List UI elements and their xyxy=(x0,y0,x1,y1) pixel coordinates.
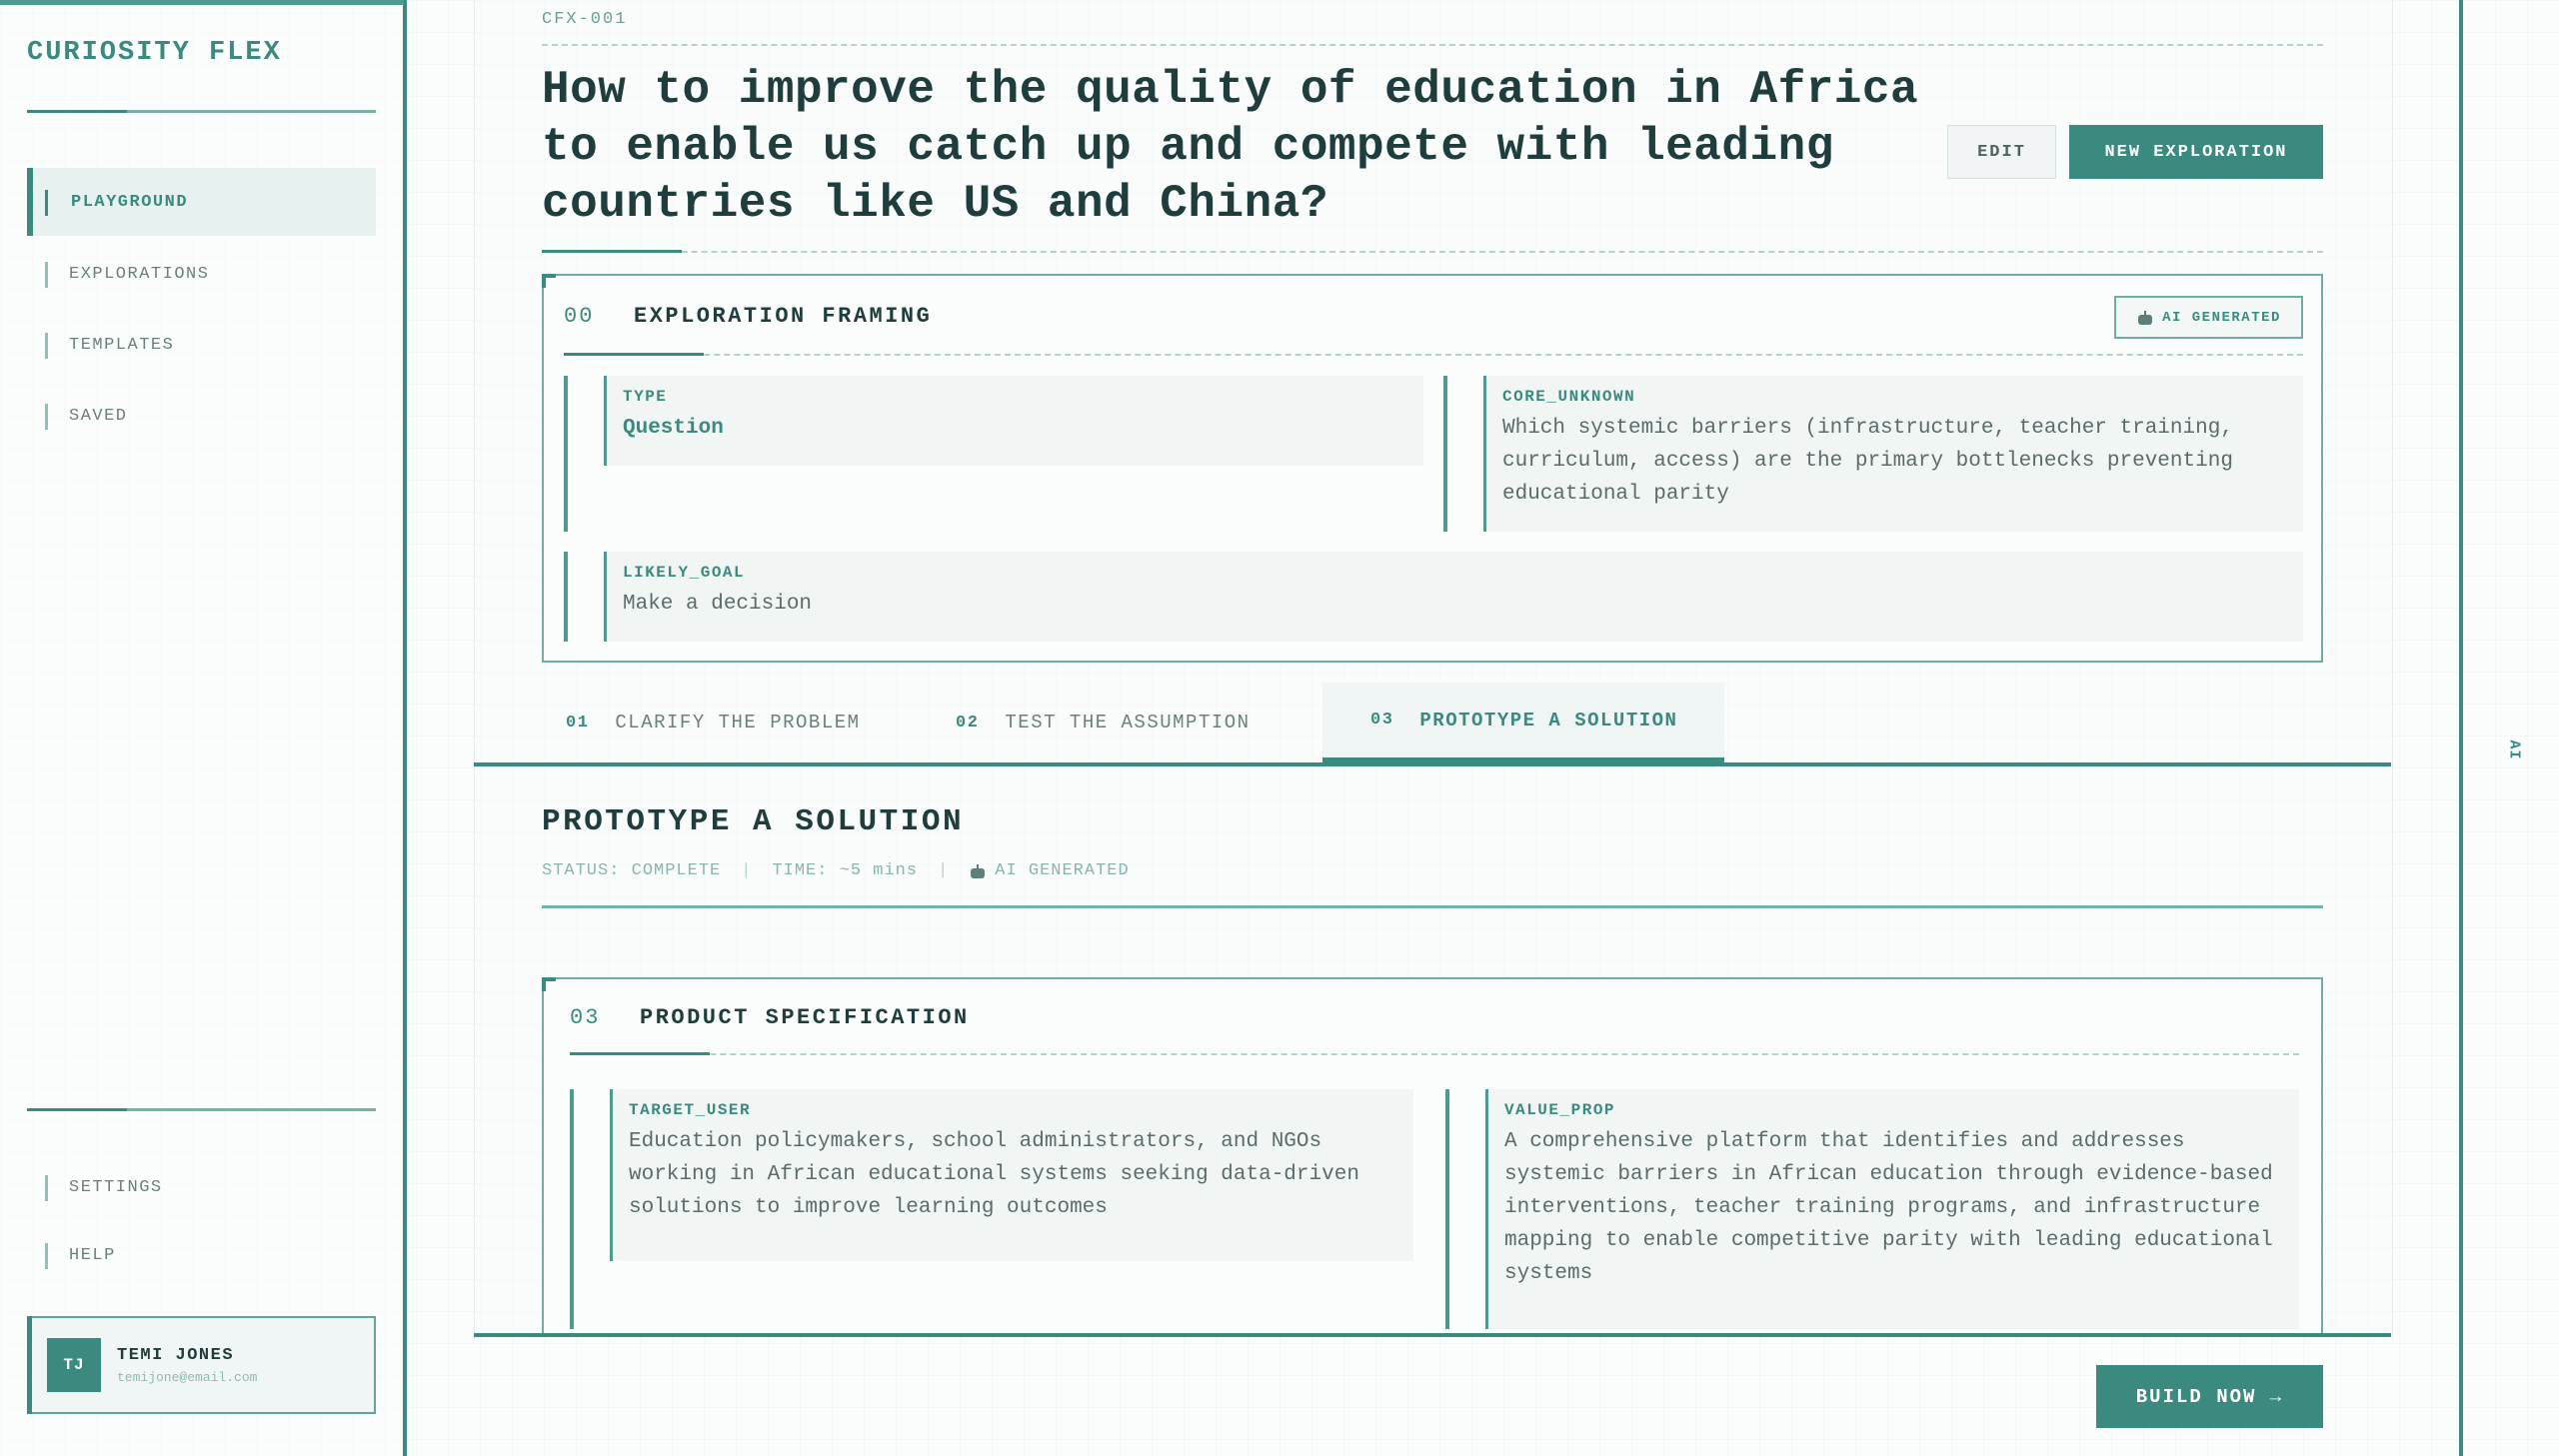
ai-generated-badge: AI GENERATED xyxy=(2114,296,2303,339)
user-name: TEMI JONES xyxy=(117,1346,235,1365)
exploration-id: CFX-001 xyxy=(542,10,628,29)
sidebar-item-explorations[interactable]: EXPLORATIONS xyxy=(27,240,376,308)
nav-marker xyxy=(45,404,48,430)
main-content: CFX-001 How to improve the quality of ed… xyxy=(474,0,2393,1456)
core-unknown-field: CORE_UNKNOWN Which systemic barriers (in… xyxy=(1483,376,2303,532)
action-bar-divider xyxy=(474,1333,2391,1337)
time-estimate: TIME: ~5 mins xyxy=(772,861,919,880)
type-field: TYPE Question xyxy=(604,376,1423,466)
field-value: Make a decision xyxy=(623,593,813,616)
tab-number: 02 xyxy=(956,713,980,732)
panel-divider-accent xyxy=(564,353,704,356)
sidebar-item-label: SAVED xyxy=(69,406,128,426)
sidebar-item-templates[interactable]: TEMPLATES xyxy=(27,311,376,379)
panel-corner xyxy=(542,274,546,288)
ai-panel-rail xyxy=(2459,0,2463,1456)
user-profile-card[interactable]: TJ TEMI JONES temijone@email.com xyxy=(27,1316,376,1414)
ai-tag-label: AI GENERATED xyxy=(995,861,1130,880)
app-logo[interactable]: CURIOSITY FLEX xyxy=(27,38,282,68)
column-marker xyxy=(564,376,568,532)
tab-clarify-the-problem[interactable]: 01 CLARIFY THE PROBLEM xyxy=(542,683,932,762)
avatar: TJ xyxy=(47,1338,101,1392)
title-divider-accent xyxy=(542,250,682,253)
section-meta: STATUS: COMPLETE | TIME: ~5 mins | AI GE… xyxy=(542,861,1130,880)
user-card-accent xyxy=(27,1316,32,1414)
robot-icon xyxy=(2136,310,2154,325)
sidebar-item-help[interactable]: HELP xyxy=(27,1221,376,1289)
nav-marker xyxy=(45,1175,48,1201)
tab-prototype-a-solution[interactable]: 03 PROTOTYPE A SOLUTION xyxy=(1322,683,1724,762)
sidebar-item-label: SETTINGS xyxy=(69,1177,163,1197)
sidebar-item-saved[interactable]: SAVED xyxy=(27,382,376,450)
tab-test-the-assumption[interactable]: 02 TEST THE ASSUMPTION xyxy=(932,683,1321,762)
column-marker xyxy=(1443,376,1447,532)
panel-divider-accent xyxy=(570,1052,710,1055)
likely-goal-field: LIKELY_GOAL Make a decision xyxy=(604,552,2303,642)
sidebar: CURIOSITY FLEX PLAYGROUND EXPLORATIONS T… xyxy=(0,0,407,1456)
column-marker xyxy=(570,1089,574,1329)
tab-label: CLARIFY THE PROBLEM xyxy=(615,712,861,733)
field-label: LIKELY_GOAL xyxy=(623,564,746,582)
new-exploration-button[interactable]: NEW EXPLORATION xyxy=(2069,125,2323,179)
field-value: A comprehensive platform that identifies… xyxy=(1504,1130,2273,1285)
meta-separator: | xyxy=(741,861,753,880)
status-text: STATUS: COMPLETE xyxy=(542,861,722,880)
nav-marker xyxy=(45,333,48,359)
header-divider xyxy=(542,44,2323,46)
field-label: VALUE_PROP xyxy=(1504,1101,1616,1119)
sidebar-item-label: TEMPLATES xyxy=(69,335,175,355)
column-marker xyxy=(1445,1089,1449,1329)
panel-divider xyxy=(570,1053,2299,1055)
sidebar-item-label: PLAYGROUND xyxy=(71,192,189,212)
nav-marker xyxy=(45,262,48,288)
sidebar-top-accent xyxy=(0,0,404,5)
exploration-framing-panel: 00 EXPLORATION FRAMING AI GENERATED TYPE… xyxy=(542,274,2323,663)
user-email: temijone@email.com xyxy=(117,1370,258,1385)
field-label: CORE_UNKNOWN xyxy=(1502,388,1636,406)
section-divider xyxy=(542,905,2323,908)
column-marker xyxy=(564,552,568,642)
field-value: Education policymakers, school administr… xyxy=(629,1130,1359,1219)
product-specification-panel: 03 PRODUCT SPECIFICATION TARGET_USER Edu… xyxy=(542,977,2323,1337)
tab-label: PROTOTYPE A SOLUTION xyxy=(1419,709,1678,731)
page-title: How to improve the quality of education … xyxy=(542,64,1919,230)
ai-generated-tag: AI GENERATED xyxy=(969,861,1129,880)
panel-number: 03 xyxy=(570,1005,601,1030)
sidebar-divider xyxy=(27,110,376,113)
panel-divider xyxy=(564,354,2303,356)
badge-label: AI GENERATED xyxy=(2162,309,2281,326)
panel-title: EXPLORATION FRAMING xyxy=(634,304,933,329)
meta-separator: | xyxy=(938,861,950,880)
value-prop-field: VALUE_PROP A comprehensive platform that… xyxy=(1485,1089,2299,1329)
sidebar-item-label: HELP xyxy=(69,1245,116,1265)
edit-button[interactable]: EDIT xyxy=(1947,125,2056,179)
tab-number: 01 xyxy=(566,713,590,732)
panel-corner xyxy=(542,977,546,991)
section-title: PROTOTYPE A SOLUTION xyxy=(542,804,965,839)
tab-number: 03 xyxy=(1370,711,1394,729)
tabs-underline xyxy=(474,762,2391,766)
tab-label: TEST THE ASSUMPTION xyxy=(1005,712,1251,733)
nav-marker xyxy=(45,190,48,216)
title-divider xyxy=(542,251,2323,253)
panel-title: PRODUCT SPECIFICATION xyxy=(640,1005,970,1030)
ai-panel-toggle[interactable]: AI xyxy=(2506,739,2523,759)
field-label: TYPE xyxy=(623,388,668,406)
field-value: Question xyxy=(623,417,724,440)
panel-number: 00 xyxy=(564,304,595,329)
sidebar-item-settings[interactable]: SETTINGS xyxy=(27,1153,376,1221)
nav-marker xyxy=(45,1243,48,1269)
sidebar-item-label: EXPLORATIONS xyxy=(69,264,210,284)
field-value: Which systemic barriers (infrastructure,… xyxy=(1502,417,2233,506)
active-indicator xyxy=(27,168,33,236)
target-user-field: TARGET_USER Education policymakers, scho… xyxy=(610,1089,1413,1261)
robot-icon xyxy=(969,863,987,878)
sidebar-divider xyxy=(27,1108,376,1111)
sidebar-item-playground[interactable]: PLAYGROUND xyxy=(27,168,376,236)
build-now-button[interactable]: BUILD NOW → xyxy=(2096,1365,2323,1428)
field-label: TARGET_USER xyxy=(629,1101,752,1119)
